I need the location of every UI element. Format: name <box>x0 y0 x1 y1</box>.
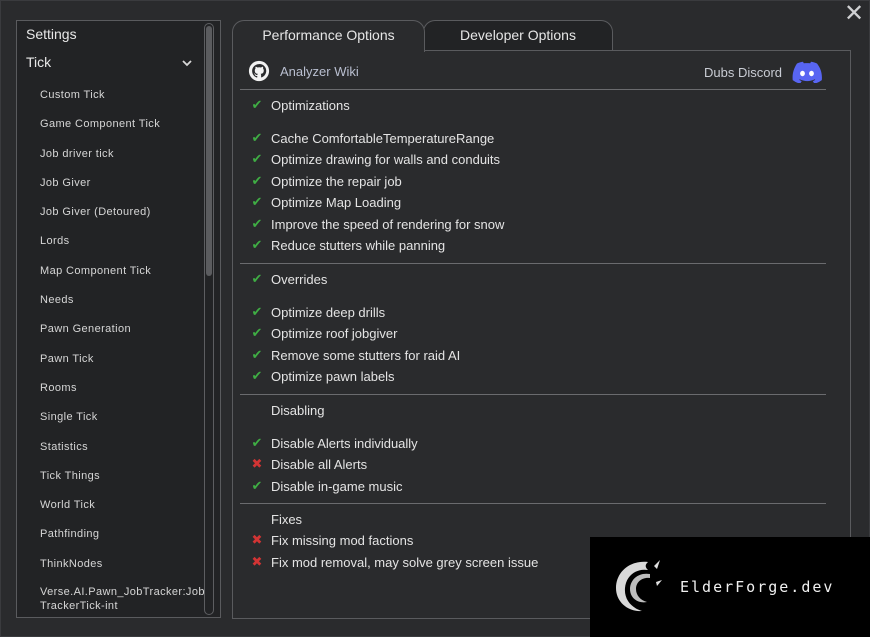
check-icon: ✔ <box>251 304 263 319</box>
section-title: Overrides <box>271 271 328 287</box>
option-label: Disable Alerts individually <box>271 435 418 451</box>
wiki-link-label[interactable]: Analyzer Wiki <box>280 64 359 79</box>
sidebar-item[interactable]: Map Component Tick <box>40 263 210 292</box>
option-row[interactable]: ✖ Fix missing mod factions <box>249 531 414 549</box>
check-icon: ✔ <box>251 151 263 166</box>
cross-icon: ✖ <box>251 456 263 471</box>
github-icon <box>248 60 270 82</box>
sidebar-item[interactable]: Verse.AI.Pawn_JobTracker:JobTrackerTick-… <box>40 585 208 613</box>
option-row[interactable]: ✔ Disable in-game music <box>249 477 403 495</box>
check-icon: ✔ <box>251 325 263 340</box>
chevron-down-icon[interactable] <box>181 57 193 69</box>
sidebar-item[interactable]: Single Tick <box>40 409 210 438</box>
option-label: Improve the speed of rendering for snow <box>271 216 505 232</box>
option-label: Optimize Map Loading <box>271 194 402 210</box>
option-label: Fix missing mod factions <box>271 532 414 548</box>
option-row[interactable]: ✖ Fix mod removal, may solve grey screen … <box>249 553 539 571</box>
option-row[interactable]: ✔ Optimize Map Loading <box>249 193 402 211</box>
option-label: Disable all Alerts <box>271 456 368 472</box>
cross-icon: ✖ <box>251 532 263 547</box>
check-icon: ✔ <box>251 216 263 231</box>
sidebar-item[interactable]: Tick Things <box>40 468 210 497</box>
option-row[interactable]: ✔ Disable Alerts individually <box>249 434 418 452</box>
sidebar-item[interactable]: Lords <box>40 233 210 262</box>
sidebar-item[interactable]: ThinkNodes <box>40 556 210 585</box>
check-icon: ✔ <box>251 97 263 112</box>
sidebar-item[interactable]: Rooms <box>40 380 210 409</box>
option-row[interactable]: ✔ Improve the speed of rendering for snow <box>249 215 505 233</box>
tab-join <box>233 49 424 52</box>
discord-link-label[interactable]: Dubs Discord <box>704 65 782 80</box>
scrollbar-thumb[interactable] <box>206 26 212 276</box>
check-icon: ✔ <box>251 173 263 188</box>
sidebar-item[interactable]: Statistics <box>40 439 210 468</box>
section-toggle-optimizations[interactable]: ✔ Optimizations <box>249 96 350 114</box>
divider <box>240 89 826 90</box>
option-label: Remove some stutters for raid AI <box>271 347 461 363</box>
option-row[interactable]: ✔ Optimize roof jobgiver <box>249 324 398 342</box>
option-label: Reduce stutters while panning <box>271 237 446 253</box>
divider <box>240 263 826 264</box>
option-label: Cache ComfortableTemperatureRange <box>271 130 495 146</box>
tab-performance-options[interactable]: Performance Options <box>232 20 425 52</box>
option-label: Optimize roof jobgiver <box>271 325 398 341</box>
cross-icon: ✖ <box>251 554 263 569</box>
analyzer-wiki-link[interactable]: Analyzer Wiki <box>248 60 359 82</box>
option-row[interactable]: ✔ Remove some stutters for raid AI <box>249 346 461 364</box>
check-icon: ✔ <box>251 194 263 209</box>
check-icon: ✔ <box>251 478 263 493</box>
section-title: Disabling <box>271 402 325 418</box>
check-icon: ✔ <box>251 347 263 362</box>
check-icon: ✔ <box>251 368 263 383</box>
check-icon: ✔ <box>251 237 263 252</box>
option-label: Optimize deep drills <box>271 304 386 320</box>
sidebar-item[interactable]: Pawn Generation <box>40 321 210 350</box>
section-toggle-disabling[interactable]: ✔ Disabling <box>249 401 324 419</box>
sidebar-item[interactable]: Pawn Tick <box>40 351 210 380</box>
option-row[interactable]: ✖ Disable all Alerts <box>249 455 368 473</box>
sidebar-item[interactable]: Needs <box>40 292 210 321</box>
sidebar: Settings Tick Custom Tick Game Component… <box>16 20 221 618</box>
sidebar-item[interactable]: World Tick <box>40 497 210 526</box>
section-toggle-fixes[interactable]: ✔ Fixes <box>249 510 302 528</box>
option-label: Disable in-game music <box>271 478 403 494</box>
option-row[interactable]: ✔ Optimize deep drills <box>249 303 386 321</box>
watermark-text: ElderForge.dev <box>680 578 835 596</box>
sidebar-item[interactable]: Job Giver <box>40 175 210 204</box>
sidebar-scrollbar[interactable] <box>204 23 214 615</box>
divider <box>240 394 826 395</box>
close-icon[interactable]: ✕ <box>842 2 866 26</box>
option-row[interactable]: ✔ Optimize drawing for walls and conduits <box>249 150 501 168</box>
sidebar-item[interactable]: Job Giver (Detoured) <box>40 204 210 233</box>
discord-icon <box>792 61 822 83</box>
check-icon: ✔ <box>251 435 263 450</box>
section-title: Optimizations <box>271 97 350 113</box>
divider <box>240 503 826 504</box>
dragon-logo-icon <box>616 560 662 612</box>
sidebar-item[interactable]: Custom Tick <box>40 87 210 116</box>
check-icon: ✔ <box>251 130 263 145</box>
option-label: Optimize pawn labels <box>271 368 395 384</box>
option-row[interactable]: ✔ Optimize pawn labels <box>249 367 395 385</box>
option-row[interactable]: ✔ Cache ComfortableTemperatureRange <box>249 129 495 147</box>
option-label: Optimize the repair job <box>271 173 402 189</box>
option-row[interactable]: ✔ Optimize the repair job <box>249 172 402 190</box>
watermark-overlay: ElderForge.dev <box>590 537 870 637</box>
option-row[interactable]: ✔ Reduce stutters while panning <box>249 236 446 254</box>
section-toggle-overrides[interactable]: ✔ Overrides <box>249 270 328 288</box>
sidebar-header: Settings <box>26 26 77 42</box>
sidebar-item[interactable]: Job driver tick <box>40 146 210 175</box>
check-icon: ✔ <box>251 271 263 286</box>
dubs-discord-link[interactable]: Dubs Discord <box>704 60 822 84</box>
sidebar-section-tick[interactable]: Tick <box>26 54 51 70</box>
sidebar-item[interactable]: Game Component Tick <box>40 116 210 145</box>
tab-developer-options[interactable]: Developer Options <box>423 20 613 52</box>
option-label: Fix mod removal, may solve grey screen i… <box>271 554 539 570</box>
option-label: Optimize drawing for walls and conduits <box>271 151 501 167</box>
sidebar-item[interactable]: Pathfinding <box>40 526 210 555</box>
section-title: Fixes <box>271 511 303 527</box>
sidebar-list: Custom Tick Game Component Tick Job driv… <box>40 87 210 613</box>
